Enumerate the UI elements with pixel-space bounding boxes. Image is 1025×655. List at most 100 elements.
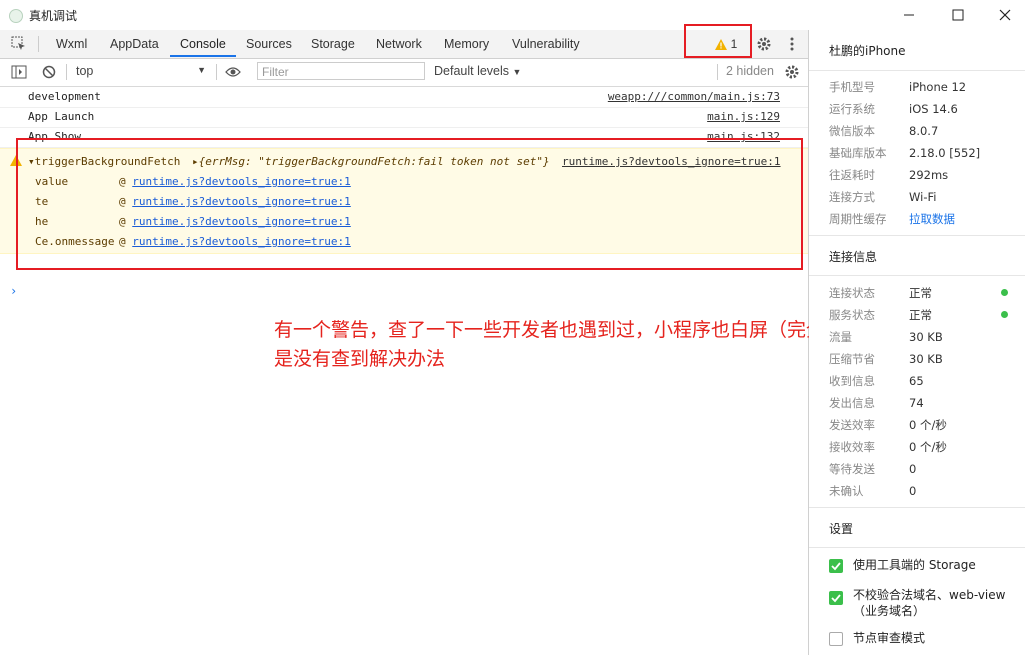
checkmark-icon <box>831 594 841 603</box>
connection-row: 收到信息 65 <box>829 373 924 389</box>
status-ok-dot <box>1001 289 1008 296</box>
skip-domain-check-checkbox[interactable] <box>829 591 843 605</box>
app-icon <box>9 9 23 23</box>
clear-console-button[interactable] <box>38 63 60 81</box>
gear-icon <box>785 65 799 79</box>
inspect-element-button[interactable] <box>8 34 30 54</box>
info-row: 往返耗时 292ms <box>829 167 948 183</box>
filter-input[interactable]: Filter <box>257 62 425 80</box>
connection-key: 压缩节省 <box>829 352 875 366</box>
info-row: 微信版本 8.0.7 <box>829 123 938 139</box>
info-row: 周期性缓存 拉取数据 <box>829 211 955 227</box>
info-key: 手机型号 <box>829 80 875 94</box>
connection-value: 正常 <box>909 286 932 300</box>
device-info-panel: 杜鹏的iPhone 手机型号 iPhone 12 运行系统 iOS 14.6 微信版… <box>809 30 1025 655</box>
storage-setting-label[interactable]: 使用工具端的 Storage <box>853 557 1013 573</box>
tab-sources[interactable]: Sources <box>246 37 292 51</box>
warning-highlight-box <box>684 24 752 58</box>
sidebar-toggle-icon <box>11 65 27 79</box>
connection-row: 服务状态 正常 <box>829 307 932 323</box>
clear-icon <box>42 65 56 79</box>
connection-key: 发出信息 <box>829 396 875 410</box>
tab-appdata[interactable]: AppData <box>110 37 159 51</box>
active-tab-indicator <box>170 55 236 57</box>
maximize-icon <box>952 9 964 21</box>
connection-value: 65 <box>909 374 924 388</box>
connection-value: 正常 <box>909 308 932 322</box>
warning-entry-highlight-box <box>16 138 803 270</box>
divider <box>809 507 1025 508</box>
info-key: 连接方式 <box>829 190 875 204</box>
info-value: 8.0.7 <box>909 124 939 138</box>
console-filter-bar: top ▼ Filter Default levels ▼ 2 hidden <box>0 59 808 87</box>
context-selector[interactable]: top ▼ <box>70 63 210 81</box>
checkmark-icon <box>831 562 841 571</box>
tab-memory[interactable]: Memory <box>444 37 489 51</box>
info-key: 运行系统 <box>829 102 875 116</box>
window-title: 真机调试 <box>29 9 78 23</box>
divider <box>809 70 1025 71</box>
filter-placeholder: Filter <box>262 65 289 79</box>
log-levels-dropdown[interactable]: Default levels ▼ <box>434 64 521 78</box>
more-menu-button[interactable] <box>782 34 802 54</box>
connection-row: 未确认 0 <box>829 483 916 499</box>
gear-icon <box>757 37 771 51</box>
connection-row: 压缩节省 30 KB <box>829 351 943 367</box>
tab-wxml[interactable]: Wxml <box>56 37 87 51</box>
connection-row: 流量 30 KB <box>829 329 943 345</box>
connection-key: 服务状态 <box>829 308 875 322</box>
log-message: App Launch <box>28 110 95 123</box>
connection-key: 等待发送 <box>829 462 875 476</box>
more-vertical-icon <box>790 37 794 51</box>
connection-value: 30 KB <box>909 330 943 344</box>
tab-storage[interactable]: Storage <box>311 37 355 51</box>
chevron-down-icon: ▼ <box>197 65 206 75</box>
skip-domain-check-label[interactable]: 不校验合法域名、web-view（业务域名） <box>853 587 1013 619</box>
tab-network[interactable]: Network <box>376 37 422 51</box>
context-value: top <box>76 64 94 78</box>
connection-key: 流量 <box>829 330 852 344</box>
storage-checkbox[interactable] <box>829 559 843 573</box>
console-log-row: development weapp:///common/main.js:73 <box>0 87 808 108</box>
console-log-row: App Launch main.js:129 <box>0 107 808 128</box>
info-key: 周期性缓存 <box>829 212 887 226</box>
connection-key: 接收效率 <box>829 440 875 454</box>
connection-value: 74 <box>909 396 924 410</box>
connection-value: 0 个/秒 <box>909 418 947 432</box>
node-inspect-label[interactable]: 节点审查模式 <box>853 630 1013 646</box>
info-row: 运行系统 iOS 14.6 <box>829 101 958 117</box>
divider <box>809 275 1025 276</box>
log-source-link[interactable]: main.js:129 <box>707 110 780 123</box>
separator <box>717 64 718 80</box>
connection-value: 30 KB <box>909 352 943 366</box>
log-source-link[interactable]: weapp:///common/main.js:73 <box>608 90 780 103</box>
title-bar: 真机调试 <box>0 0 1025 31</box>
log-message: development <box>28 90 101 103</box>
status-ok-dot <box>1001 311 1008 318</box>
maximize-button[interactable] <box>935 0 981 30</box>
connection-key: 连接状态 <box>829 286 875 300</box>
settings-button[interactable] <box>753 34 775 54</box>
close-button[interactable] <box>982 0 1025 30</box>
connection-row: 接收效率 0 个/秒 <box>829 439 947 455</box>
hidden-messages-count[interactable]: 2 hidden <box>726 64 774 78</box>
live-expression-button[interactable] <box>222 63 244 81</box>
fetch-data-link[interactable]: 拉取数据 <box>909 212 955 226</box>
tab-vulnerability[interactable]: Vulnerability <box>512 37 580 51</box>
minimize-button[interactable] <box>886 0 932 30</box>
info-key: 往返耗时 <box>829 168 875 182</box>
eye-icon <box>225 67 241 77</box>
console-settings-button[interactable] <box>781 63 803 81</box>
connection-row: 发出信息 74 <box>829 395 924 411</box>
console-prompt[interactable]: › <box>10 284 17 298</box>
info-row: 手机型号 iPhone 12 <box>829 79 966 95</box>
connection-key: 收到信息 <box>829 374 875 388</box>
toggle-sidebar-button[interactable] <box>8 63 30 81</box>
connection-value: 0 <box>909 462 917 476</box>
info-value: 2.18.0 [552] <box>909 146 981 160</box>
connection-value: 0 个/秒 <box>909 440 947 454</box>
info-value: Wi-Fi <box>909 190 937 204</box>
connection-key: 发送效率 <box>829 418 875 432</box>
tab-console[interactable]: Console <box>180 37 226 51</box>
node-inspect-checkbox[interactable] <box>829 632 843 646</box>
